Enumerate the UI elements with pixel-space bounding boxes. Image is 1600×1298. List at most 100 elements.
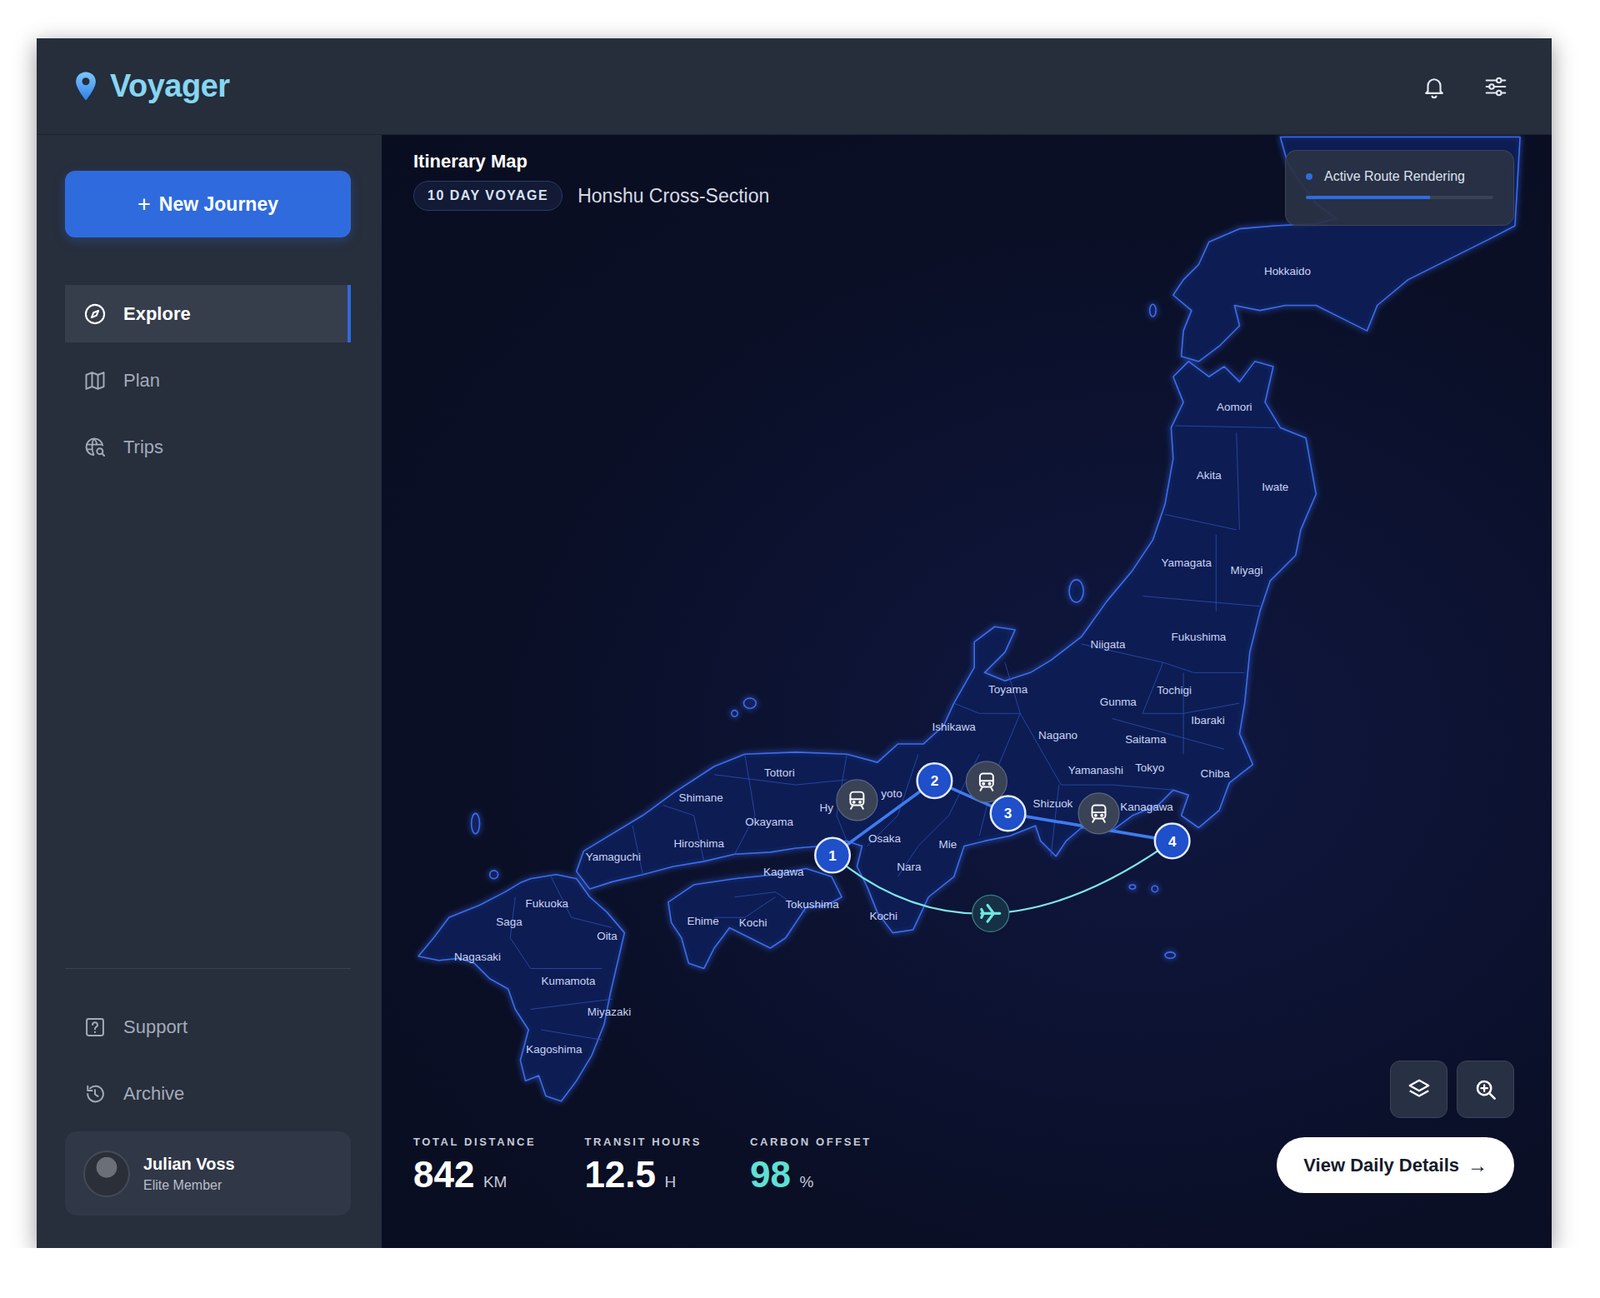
stat-value: 98 % bbox=[750, 1156, 872, 1194]
region-labels: HokkaidoAomoriAkitaIwateYamagataMiyagiNi… bbox=[454, 265, 1311, 1056]
notifications-button[interactable] bbox=[1421, 74, 1447, 100]
region-label: Saga bbox=[495, 915, 523, 929]
prefecture-border bbox=[1020, 713, 1174, 790]
status-dot bbox=[1305, 173, 1313, 180]
top-bar: Voyager bbox=[36, 38, 1552, 135]
layers-button[interactable] bbox=[1390, 1060, 1448, 1119]
header-actions bbox=[1421, 74, 1509, 100]
stop-number: 2 bbox=[930, 772, 940, 790]
sidebar-footer-item[interactable]: Archive bbox=[65, 1065, 351, 1123]
user-name: Julian Voss bbox=[143, 1155, 235, 1175]
status-label: Active Route Rendering bbox=[1324, 169, 1465, 185]
region-label: Tokyo bbox=[1135, 761, 1165, 775]
location-pin-icon bbox=[73, 70, 99, 103]
main-area: + New Journey Explore Plan Trips Support… bbox=[36, 135, 1552, 1249]
itinerary-map: HokkaidoAomoriAkitaIwateYamagataMiyagiNi… bbox=[381, 135, 1552, 1249]
prefecture-border bbox=[540, 1030, 602, 1040]
small-island bbox=[1151, 885, 1158, 892]
sidebar-footer-item[interactable]: Support bbox=[65, 998, 351, 1056]
japan-map[interactable]: HokkaidoAomoriAkitaIwateYamagataMiyagiNi… bbox=[381, 135, 1552, 1249]
transfer-marker[interactable] bbox=[836, 780, 878, 821]
sidebar-item-label: Plan bbox=[123, 370, 160, 392]
zoom-in-icon bbox=[1473, 1077, 1499, 1103]
region-label: Okayama bbox=[745, 815, 794, 829]
landmass bbox=[418, 136, 1520, 1101]
region-label: Tottori bbox=[764, 766, 795, 780]
map-subheader: 10 DAY VOYAGE Honshu Cross-Section bbox=[413, 180, 770, 211]
hokkaido-island bbox=[1173, 136, 1520, 361]
stop-marker[interactable]: 2 bbox=[917, 763, 953, 799]
user-card[interactable]: Julian Voss Elite Member bbox=[65, 1131, 351, 1216]
prefecture-border bbox=[714, 897, 775, 918]
map-tools bbox=[1390, 1060, 1515, 1119]
logo[interactable]: Voyager bbox=[73, 68, 230, 105]
region-label: yoto bbox=[880, 787, 902, 800]
stat-label: TRANSIT HOURS bbox=[584, 1135, 702, 1149]
train-icon bbox=[1092, 805, 1106, 823]
region-label: Oita bbox=[596, 930, 618, 943]
transfer-marker[interactable] bbox=[1078, 793, 1120, 835]
stat: TRANSIT HOURS 12.5 H bbox=[584, 1135, 702, 1194]
app-name: Voyager bbox=[110, 68, 230, 105]
region-label: Nagano bbox=[1038, 729, 1078, 742]
sidebar-spacer bbox=[65, 475, 351, 969]
map-footer: TOTAL DISTANCE 842 KM TRANSIT HOURS 12.5 … bbox=[413, 1060, 1515, 1194]
stat-value: 12.5 H bbox=[584, 1156, 702, 1194]
small-island bbox=[731, 710, 738, 717]
new-journey-button[interactable]: + New Journey bbox=[65, 170, 351, 238]
sidebar-item[interactable]: Plan bbox=[65, 351, 351, 410]
stat-number: 98 bbox=[750, 1154, 791, 1195]
view-details-button[interactable]: View Daily Details → bbox=[1276, 1137, 1515, 1194]
stop-marker[interactable]: 4 bbox=[1155, 824, 1190, 860]
zoom-in-button[interactable] bbox=[1456, 1060, 1515, 1119]
region-label: Aomori bbox=[1216, 400, 1253, 414]
flight-marker bbox=[972, 895, 1010, 932]
region-label: Hiroshima bbox=[673, 837, 725, 850]
help-icon bbox=[83, 1015, 107, 1040]
small-island bbox=[1129, 885, 1135, 890]
stat-unit: KM bbox=[483, 1173, 508, 1191]
region-label: Fukuoka bbox=[525, 897, 569, 910]
user-avatar bbox=[83, 1150, 130, 1198]
region-label: Akita bbox=[1196, 469, 1222, 482]
region-label: Shimane bbox=[679, 791, 724, 805]
globe-search-icon bbox=[83, 435, 107, 460]
prefecture-border bbox=[1175, 425, 1275, 428]
honshu-island bbox=[576, 361, 1316, 934]
stat-unit: H bbox=[664, 1173, 676, 1191]
stat: CARBON OFFSET 98 % bbox=[750, 1135, 872, 1194]
region-label: Nagasaki bbox=[454, 950, 501, 964]
stop-number: 4 bbox=[1168, 833, 1177, 850]
stat-label: TOTAL DISTANCE bbox=[413, 1135, 536, 1149]
sidebar-footer-label: Archive bbox=[123, 1083, 185, 1105]
stat-number: 842 bbox=[413, 1154, 475, 1195]
stat: TOTAL DISTANCE 842 KM bbox=[413, 1135, 536, 1194]
prefecture-border bbox=[1165, 515, 1237, 530]
stop-marker[interactable]: 3 bbox=[990, 796, 1026, 832]
shikoku-island bbox=[668, 868, 842, 969]
stat-number: 12.5 bbox=[584, 1154, 656, 1195]
sidebar-item-label: Explore bbox=[123, 303, 191, 325]
sidebar-item[interactable]: Trips bbox=[65, 418, 351, 476]
status-progress-fill bbox=[1305, 195, 1430, 200]
region-label: Ibaraki bbox=[1190, 714, 1225, 727]
prefecture-border bbox=[897, 754, 980, 877]
train-icon bbox=[980, 774, 994, 791]
stat-label: CARBON OFFSET bbox=[750, 1135, 872, 1149]
prefecture-border bbox=[1142, 662, 1240, 714]
history-icon bbox=[83, 1082, 107, 1106]
user-info: Julian Voss Elite Member bbox=[143, 1155, 235, 1194]
sidebar-nav: Explore Plan Trips bbox=[65, 285, 351, 476]
duration-badge: 10 DAY VOYAGE bbox=[413, 180, 563, 211]
small-island bbox=[1150, 304, 1156, 317]
stop-marker[interactable]: 1 bbox=[815, 838, 850, 874]
stop-number: 3 bbox=[1004, 805, 1013, 822]
settings-button[interactable] bbox=[1483, 74, 1509, 100]
transfer-marker[interactable] bbox=[972, 895, 1010, 932]
plane-icon bbox=[981, 905, 1000, 923]
rail-marker bbox=[965, 761, 1007, 803]
app-window: Voyager + New Journey Explore Plan Trips… bbox=[36, 38, 1552, 1249]
transfer-marker[interactable] bbox=[965, 761, 1007, 803]
region-label: Kochi bbox=[869, 910, 898, 923]
sidebar-item[interactable]: Explore bbox=[65, 285, 351, 343]
